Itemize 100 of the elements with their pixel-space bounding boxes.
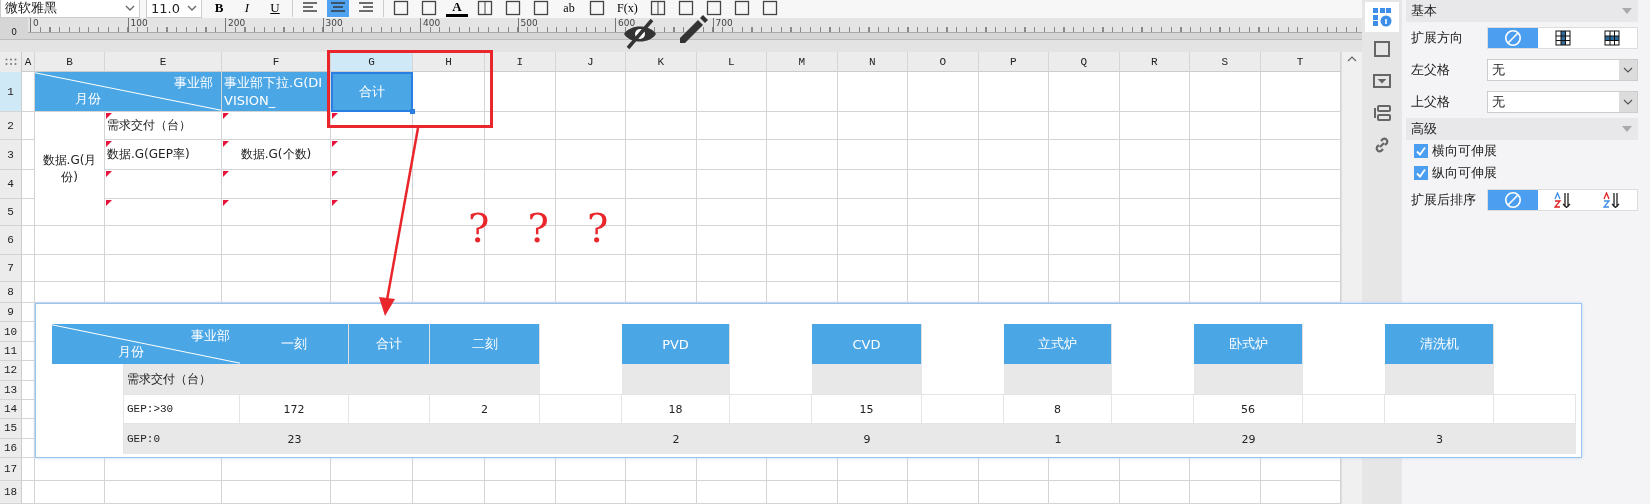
empty-cell[interactable] xyxy=(1049,140,1120,170)
no-entry-icon[interactable] xyxy=(1503,191,1522,209)
empty-cell[interactable] xyxy=(767,170,838,199)
column-header[interactable]: H xyxy=(413,52,485,72)
empty-cell[interactable] xyxy=(1260,199,1341,226)
empty-cell[interactable] xyxy=(908,226,979,255)
empty-cell[interactable] xyxy=(626,72,697,112)
empty-cell[interactable] xyxy=(837,140,908,170)
empty-cell[interactable] xyxy=(837,72,908,112)
empty-cell[interactable] xyxy=(1190,140,1261,170)
border-icon[interactable] xyxy=(1372,39,1392,59)
empty-cell[interactable] xyxy=(626,481,697,504)
row-header[interactable]: 18 xyxy=(0,481,22,504)
horizontal-grid-icon[interactable] xyxy=(1604,30,1621,46)
cell-info-tab[interactable] xyxy=(1365,2,1399,32)
empty-cell[interactable] xyxy=(1049,255,1120,282)
empty-cell[interactable] xyxy=(485,112,556,140)
column-header[interactable]: N xyxy=(837,52,908,72)
layout-icon[interactable] xyxy=(1372,103,1392,123)
empty-cell[interactable] xyxy=(1190,170,1261,199)
empty-cell[interactable] xyxy=(1049,170,1120,199)
empty-cell[interactable] xyxy=(767,226,838,255)
empty-cell[interactable] xyxy=(1190,112,1261,140)
chevron-down-icon[interactable] xyxy=(1623,99,1633,105)
empty-cell[interactable] xyxy=(105,481,222,504)
column-header[interactable]: K xyxy=(626,52,697,72)
empty-cell[interactable] xyxy=(413,170,485,199)
empty-cell[interactable] xyxy=(413,112,485,140)
text-button[interactable]: ab xyxy=(558,0,580,17)
empty-cell[interactable] xyxy=(837,226,908,255)
formula-button[interactable]: F(x) xyxy=(614,0,641,17)
empty-cell[interactable] xyxy=(1119,226,1190,255)
empty-cell[interactable] xyxy=(908,255,979,282)
cell-info-icon[interactable] xyxy=(1372,7,1392,27)
row-header[interactable]: 2 xyxy=(0,112,22,140)
row-header[interactable]: 11 xyxy=(0,341,22,362)
empty-cell[interactable] xyxy=(331,255,413,282)
empty-cell[interactable] xyxy=(22,226,35,255)
empty-cell[interactable] xyxy=(331,481,413,504)
empty-cell[interactable] xyxy=(978,72,1049,112)
empty-cell[interactable] xyxy=(696,72,767,112)
column-header[interactable]: E xyxy=(105,52,222,72)
font-select[interactable]: 微软雅黑 xyxy=(0,0,140,18)
empty-cell[interactable] xyxy=(555,481,626,504)
empty-cell[interactable] xyxy=(413,255,485,282)
section-header[interactable]: 基本 xyxy=(1406,0,1638,22)
empty-cell[interactable] xyxy=(1119,481,1190,504)
none-option[interactable] xyxy=(1488,190,1538,210)
empty-cell[interactable] xyxy=(1049,112,1120,140)
column-header[interactable]: T xyxy=(1260,52,1341,72)
column-header[interactable]: F xyxy=(222,52,331,72)
checkbox[interactable] xyxy=(1414,144,1428,158)
empty-cell[interactable] xyxy=(1260,255,1341,282)
row-header[interactable]: 16 xyxy=(0,438,22,458)
empty-cell[interactable] xyxy=(908,170,979,199)
empty-cell[interactable] xyxy=(837,170,908,199)
row-header[interactable]: 13 xyxy=(0,380,22,400)
empty-cell[interactable] xyxy=(978,140,1049,170)
empty-cell[interactable] xyxy=(837,199,908,226)
row-header[interactable]: 4 xyxy=(0,170,22,199)
empty-cell[interactable] xyxy=(22,282,35,303)
empty-cell[interactable] xyxy=(413,140,485,170)
empty-cell[interactable] xyxy=(767,72,838,112)
empty-cell[interactable] xyxy=(767,481,838,504)
empty-cell[interactable] xyxy=(331,170,413,199)
row-header[interactable]: 12 xyxy=(0,361,22,381)
empty-cell[interactable] xyxy=(978,226,1049,255)
empty-cell[interactable] xyxy=(1049,72,1120,112)
empty-cell[interactable] xyxy=(908,481,979,504)
chevron-down-icon[interactable] xyxy=(187,5,197,11)
font-size-select[interactable]: 11.0 xyxy=(146,0,202,18)
empty-cell[interactable] xyxy=(978,170,1049,199)
column-header[interactable]: I xyxy=(485,52,556,72)
empty-cell[interactable] xyxy=(222,481,331,504)
empty-cell[interactable] xyxy=(908,112,979,140)
empty-cell[interactable] xyxy=(222,226,331,255)
empty-cell[interactable] xyxy=(1190,199,1261,226)
column-header[interactable]: L xyxy=(696,52,767,72)
empty-cell[interactable] xyxy=(626,170,697,199)
chevron-down-icon[interactable] xyxy=(125,5,135,11)
empty-cell[interactable] xyxy=(626,140,697,170)
dropdown[interactable]: 无 xyxy=(1487,59,1638,81)
empty-cell[interactable] xyxy=(485,140,556,170)
column-header[interactable]: B xyxy=(35,52,105,72)
empty-cell[interactable] xyxy=(696,112,767,140)
empty-cell[interactable] xyxy=(555,255,626,282)
empty-cell[interactable] xyxy=(1049,226,1120,255)
row-header[interactable]: 1 xyxy=(0,72,22,112)
empty-cell[interactable] xyxy=(696,481,767,504)
empty-cell[interactable] xyxy=(555,72,626,112)
empty-cell[interactable] xyxy=(413,481,485,504)
empty-cell[interactable] xyxy=(626,199,697,226)
empty-cell[interactable] xyxy=(696,140,767,170)
empty-cell[interactable] xyxy=(1190,481,1261,504)
empty-cell[interactable] xyxy=(22,458,35,481)
row-header[interactable]: 6 xyxy=(0,226,22,255)
empty-cell[interactable] xyxy=(696,255,767,282)
column-header[interactable]: S xyxy=(1190,52,1261,72)
empty-cell[interactable] xyxy=(1049,481,1120,504)
empty-cell[interactable] xyxy=(1190,72,1261,112)
